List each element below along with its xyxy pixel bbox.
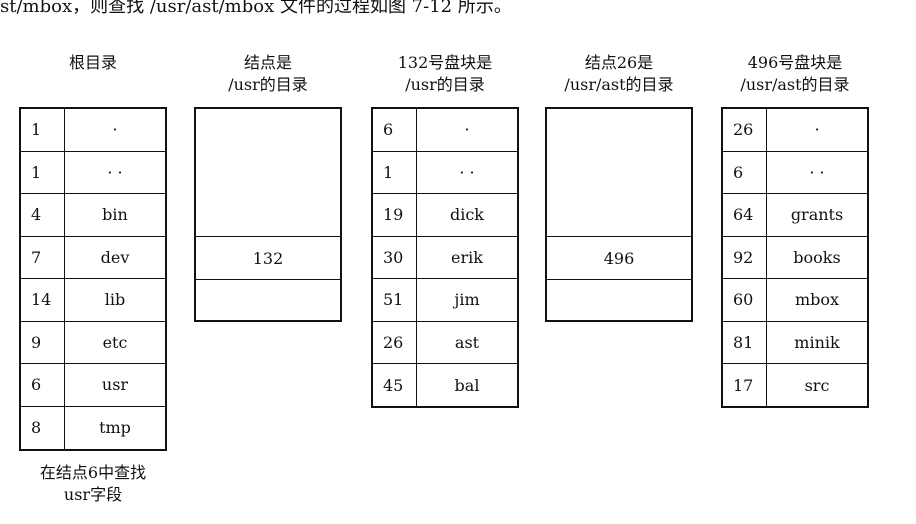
inode26-heading-line1: 结点26是 bbox=[584, 53, 654, 72]
inode6-block: 132 bbox=[194, 107, 342, 322]
entry-name: ast bbox=[454, 332, 480, 352]
directory-entry-row: 9 etc bbox=[21, 321, 165, 364]
root-footer-line1: 在结点6中查找 bbox=[39, 463, 147, 482]
directory-entry-row: 30 erik bbox=[373, 236, 517, 279]
inode6-heading-line1: 结点是 bbox=[243, 53, 292, 72]
directory-entry-row: 92 books bbox=[723, 236, 867, 279]
directory-entry-row: 1 · · bbox=[373, 151, 517, 194]
caption-text: st/mbox，则查找 /usr/ast/mbox 文件的过程如图 7-12 所… bbox=[0, 0, 512, 14]
directory-entry-row: 8 tmp bbox=[21, 406, 165, 449]
directory-entry-row: 26 · bbox=[723, 109, 867, 152]
directory-entry-row: 64 grants bbox=[723, 194, 867, 237]
inode-number: 8 bbox=[21, 406, 65, 449]
inode-number: 1 bbox=[21, 151, 65, 193]
directory-entry-row: 26 ast bbox=[373, 321, 517, 364]
inode6-value-cell: 132 bbox=[196, 237, 340, 280]
inode-number: 81 bbox=[723, 321, 767, 363]
root-footer: 在结点6中查找 usr字段 bbox=[19, 462, 167, 506]
directory-entry-row: 4 bin bbox=[21, 194, 165, 237]
entry-name: mbox bbox=[794, 290, 840, 310]
inode6-empty-area bbox=[196, 109, 340, 237]
directory-entry-row: 1 · bbox=[21, 109, 165, 152]
directory-entry-row: 81 minik bbox=[723, 321, 867, 364]
inode26-value: 496 bbox=[603, 248, 635, 268]
inode-number: 1 bbox=[373, 151, 417, 193]
inode-number: 51 bbox=[373, 279, 417, 321]
inode-number: 26 bbox=[723, 109, 767, 151]
directory-entry-row: 6 usr bbox=[21, 364, 165, 407]
entry-name: dick bbox=[449, 205, 484, 225]
inode26-heading-line2: /usr/ast的目录 bbox=[564, 75, 674, 94]
entry-name: bin bbox=[102, 205, 128, 225]
inode26-block: 496 bbox=[545, 107, 693, 322]
directory-entry-row: 45 bal bbox=[373, 364, 517, 407]
entry-name: dev bbox=[100, 247, 130, 267]
entry-name: usr bbox=[101, 375, 129, 395]
inode26-value-cell: 496 bbox=[547, 237, 691, 280]
entry-name: · · bbox=[107, 162, 123, 182]
root-heading: 根目录 bbox=[19, 52, 167, 74]
inode-number: 9 bbox=[21, 321, 65, 363]
inode-number: 60 bbox=[723, 279, 767, 321]
entry-name: etc bbox=[102, 332, 128, 352]
directory-entry-row: 6 · bbox=[373, 109, 517, 152]
entry-name: books bbox=[793, 247, 841, 267]
entry-name: · · bbox=[809, 162, 825, 182]
inode-number: 64 bbox=[723, 194, 767, 236]
inode-number: 92 bbox=[723, 236, 767, 278]
entry-name: grants bbox=[790, 205, 844, 225]
entry-name: jim bbox=[454, 290, 480, 310]
entry-name: tmp bbox=[99, 418, 131, 438]
root-directory-table: 1 · 1 · · 4 bin 7 dev 14 lib 9 etc 6 usr 8 tmp bbox=[19, 107, 167, 451]
inode-number: 14 bbox=[21, 279, 65, 321]
entry-name: · bbox=[464, 120, 470, 140]
entry-name: lib bbox=[104, 290, 126, 310]
entry-name: src bbox=[804, 375, 830, 395]
entry-name: · · bbox=[459, 162, 475, 182]
inode26-heading: 结点26是 /usr/ast的目录 bbox=[545, 52, 693, 96]
entry-name: · bbox=[112, 120, 118, 140]
block496-directory-table: 26 · 6 · · 64 grants 92 books 60 mbox 81 minik 17 src bbox=[721, 107, 869, 408]
block496-heading-line1: 496号盘块是 bbox=[747, 53, 843, 72]
inode-number: 45 bbox=[373, 364, 417, 407]
directory-entry-row: 60 mbox bbox=[723, 279, 867, 322]
inode-number: 6 bbox=[373, 109, 417, 151]
inode-number: 19 bbox=[373, 194, 417, 236]
block496-heading-line2: /usr/ast的目录 bbox=[740, 75, 850, 94]
directory-entry-row: 14 lib bbox=[21, 279, 165, 322]
inode-number: 30 bbox=[373, 236, 417, 278]
inode6-value: 132 bbox=[252, 248, 284, 268]
inode6-heading: 结点是 /usr的目录 bbox=[194, 52, 342, 96]
block496-heading: 496号盘块是 /usr/ast的目录 bbox=[721, 52, 869, 96]
inode-number: 7 bbox=[21, 236, 65, 278]
block132-heading: 132号盘块是 /usr的目录 bbox=[371, 52, 519, 96]
inode-number: 4 bbox=[21, 194, 65, 236]
inode-number: 6 bbox=[723, 151, 767, 193]
directory-entry-row: 6 · · bbox=[723, 151, 867, 194]
directory-entry-row: 1 · · bbox=[21, 151, 165, 194]
block132-heading-line1: 132号盘块是 bbox=[397, 53, 493, 72]
inode-number: 6 bbox=[21, 364, 65, 406]
directory-entry-row: 51 jim bbox=[373, 279, 517, 322]
entry-name: bal bbox=[454, 375, 480, 395]
entry-name: erik bbox=[451, 247, 483, 267]
root-heading-label: 根目录 bbox=[68, 53, 117, 72]
entry-name: minik bbox=[794, 332, 840, 352]
inode6-heading-line2: /usr的目录 bbox=[228, 75, 308, 94]
inode26-empty-area bbox=[547, 109, 691, 237]
inode-number: 1 bbox=[21, 109, 65, 151]
root-footer-line2: usr字段 bbox=[63, 485, 123, 504]
directory-entry-row: 7 dev bbox=[21, 236, 165, 279]
inode-number: 17 bbox=[723, 364, 767, 407]
inode-number: 26 bbox=[373, 321, 417, 363]
directory-entry-row: 17 src bbox=[723, 364, 867, 407]
directory-entry-row: 19 dick bbox=[373, 194, 517, 237]
block132-directory-table: 6 · 1 · · 19 dick 30 erik 51 jim 26 ast 45 bal bbox=[371, 107, 519, 408]
entry-name: · bbox=[814, 120, 820, 140]
block132-heading-line2: /usr的目录 bbox=[405, 75, 485, 94]
